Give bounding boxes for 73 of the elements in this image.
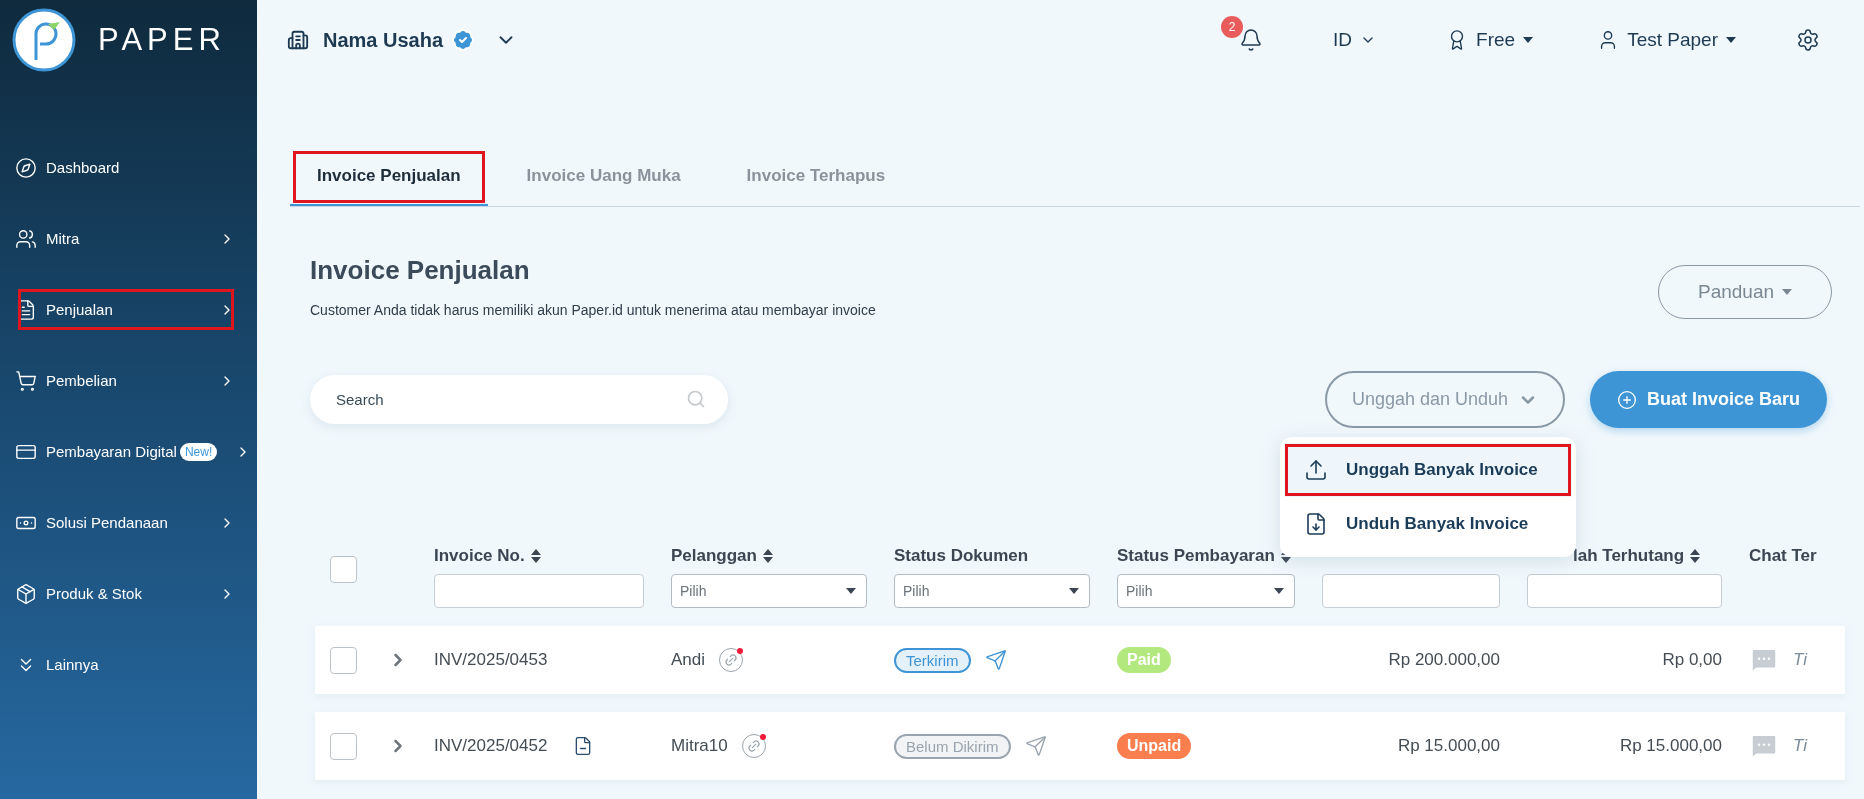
page-subtitle: Customer Anda tidak harus memiliki akun Paper.id untuk menerima atau membayar invoice	[310, 302, 876, 318]
filter-select[interactable]: Pilih	[1117, 574, 1295, 608]
sort-icon[interactable]	[530, 549, 541, 563]
tab[interactable]: Invoice Penjualan	[290, 148, 488, 206]
invoice-number[interactable]: INV/2025/0453	[434, 650, 548, 670]
language-selector[interactable]: ID	[1333, 29, 1353, 51]
invoice-number[interactable]: INV/2025/0452	[434, 736, 548, 756]
sidebar-item[interactable]: Mitra	[3, 203, 249, 274]
payment-status: Unpaid	[1117, 733, 1192, 759]
column-header[interactable]: Chat Ter	[1749, 546, 1817, 566]
column-header[interactable]: Invoice No.	[434, 546, 541, 566]
caret-icon	[1069, 588, 1079, 594]
plus-icon	[1616, 389, 1637, 410]
sidebar-item[interactable]: Pembelian	[3, 345, 249, 416]
building-icon	[287, 29, 309, 51]
cart-icon	[15, 369, 37, 392]
notification-count: 2	[1221, 16, 1244, 38]
menu-item[interactable]: Unggah Banyak Invoice	[1284, 443, 1572, 497]
sidebar-item[interactable]: Produk & Stok	[3, 558, 249, 629]
search-icon	[686, 389, 706, 409]
filter-field[interactable]	[1527, 574, 1722, 608]
business-name[interactable]: Nama Usaha	[323, 28, 444, 52]
table-row[interactable]: INV/2025/0452 Mitra10 Belum Dikirim Unpaid Rp 15.000,00 Rp 15.000,00 Ti	[315, 712, 1845, 780]
sidebar-item[interactable]: Pembayaran Digital New!	[3, 416, 249, 487]
filter-select[interactable]: Pilih	[894, 574, 1090, 608]
search-field[interactable]: Search	[310, 375, 728, 424]
amount: Rp 15.000,00	[1397, 736, 1500, 756]
table-row[interactable]: INV/2025/0453 Andi Terkirim Paid Rp 200.000,00 Rp 0,00 Ti	[315, 626, 1845, 694]
column-header[interactable]: Pelanggan	[671, 546, 773, 566]
caret-icon	[1782, 289, 1793, 295]
checkbox[interactable]	[330, 732, 357, 760]
package-icon	[15, 582, 37, 605]
outstanding-amount: Rp 15.000,00	[1619, 736, 1722, 756]
caret-icon	[1523, 37, 1534, 43]
amount: Rp 200.000,00	[1388, 650, 1500, 670]
plan-selector[interactable]: Free	[1476, 29, 1516, 51]
column-header[interactable]: Status Dokumen	[894, 546, 1029, 566]
file-download-icon	[1304, 512, 1328, 536]
sidebar-item[interactable]: Solusi Pendanaan	[3, 487, 249, 558]
filter-select[interactable]: Pilih	[671, 574, 867, 608]
sort-icon[interactable]	[762, 549, 773, 563]
user-menu[interactable]: Test Paper	[1627, 29, 1718, 51]
outstanding-amount: Rp 0,00	[1662, 650, 1722, 670]
chat-text: Ti	[1793, 650, 1807, 670]
customer-name: Andi	[671, 650, 706, 670]
new-badge: New!	[179, 442, 218, 461]
sidebar-item[interactable]: Dashboard	[3, 132, 249, 203]
compass-icon	[15, 156, 37, 179]
bell-icon[interactable]	[1239, 28, 1264, 52]
logo-icon	[12, 8, 76, 72]
upload-icon	[1304, 458, 1328, 482]
customer-name: Mitra10	[671, 736, 728, 756]
caret-icon	[1726, 37, 1736, 43]
send-icon[interactable]	[1024, 735, 1047, 757]
document-status: Terkirim	[894, 647, 971, 673]
send-icon[interactable]	[984, 649, 1007, 671]
caret-icon	[846, 588, 856, 594]
filter-field[interactable]	[1322, 574, 1500, 608]
caret-icon	[1274, 588, 1284, 594]
sidebar-item[interactable]: Penjualan	[3, 274, 249, 345]
document-status: Belum Dikirim	[894, 733, 1011, 759]
sort-icon[interactable]	[1690, 549, 1701, 563]
logo-text: PAPER	[98, 22, 226, 58]
chat-text: Ti	[1793, 736, 1807, 756]
sidebar-item[interactable]: Lainnya	[3, 629, 249, 700]
checkbox[interactable]	[330, 646, 357, 674]
checkbox[interactable]	[330, 556, 357, 583]
payment-status: Paid	[1117, 647, 1171, 673]
users-icon	[15, 227, 37, 250]
settings-icon[interactable]	[1796, 28, 1820, 52]
page-title: Invoice Penjualan	[310, 255, 531, 286]
filter-field[interactable]	[434, 574, 644, 608]
column-header[interactable]: lah Terhutang	[1573, 546, 1701, 566]
